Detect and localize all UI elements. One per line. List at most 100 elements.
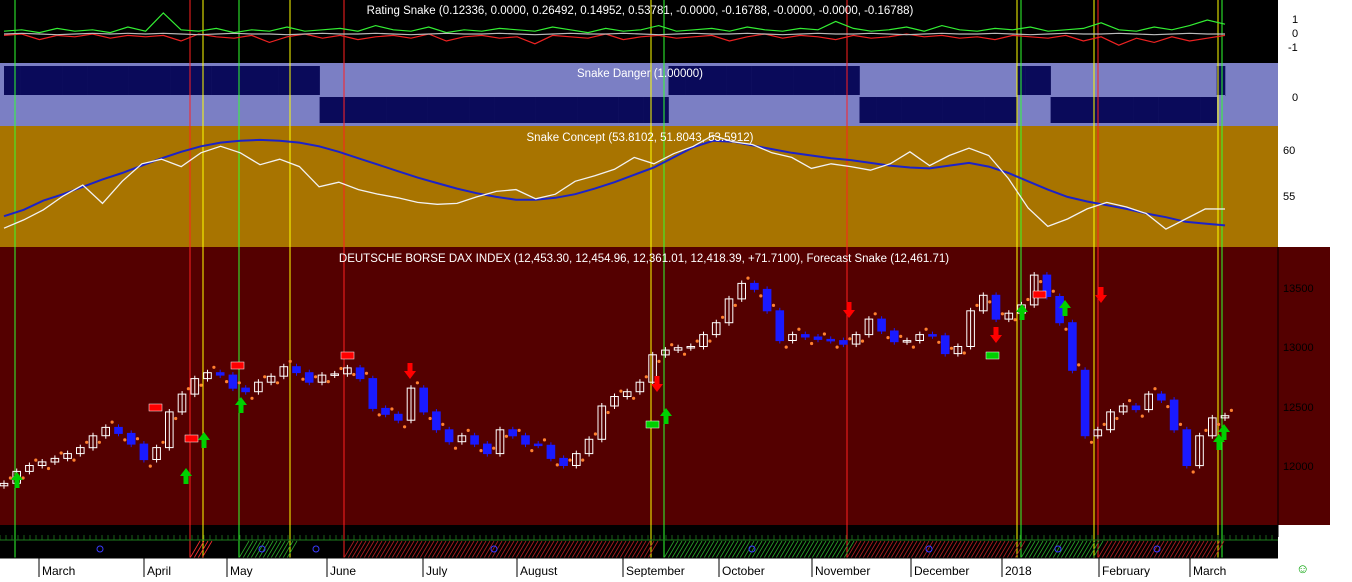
candle-body bbox=[381, 407, 390, 415]
danger-bar bbox=[4, 66, 13, 96]
month-label: March bbox=[42, 564, 75, 577]
danger-bar bbox=[967, 96, 977, 123]
forecast-dot bbox=[848, 337, 852, 341]
forecast-dot bbox=[1166, 405, 1170, 409]
candle-body bbox=[940, 335, 950, 355]
danger-bar bbox=[568, 96, 578, 123]
danger-bar bbox=[444, 96, 453, 123]
candle-body bbox=[1157, 393, 1166, 401]
month-label: February bbox=[1102, 564, 1150, 577]
danger-bar bbox=[1158, 96, 1168, 123]
forecast-dot bbox=[301, 377, 305, 381]
month-label: July bbox=[426, 564, 447, 577]
danger-bar bbox=[1141, 96, 1151, 123]
danger-bar bbox=[427, 96, 437, 123]
danger-bar bbox=[170, 66, 179, 96]
forecast-dot bbox=[644, 375, 648, 379]
forecast-dot bbox=[288, 359, 292, 363]
danger-bar bbox=[759, 66, 769, 96]
snake-concept-title: Snake Concept (53.8102, 51.8043, 53.5912… bbox=[527, 132, 754, 144]
smiley-icon[interactable]: ☺ bbox=[1296, 561, 1309, 576]
forecast-dot bbox=[250, 396, 254, 400]
forecast-dot bbox=[924, 327, 928, 331]
danger-bar bbox=[369, 96, 379, 123]
danger-bar bbox=[818, 66, 827, 96]
danger-bar bbox=[1117, 96, 1126, 123]
forecast-dot bbox=[479, 449, 483, 453]
right-axis-area-lower bbox=[1330, 247, 1352, 577]
danger-bar bbox=[734, 66, 744, 96]
danger-bar bbox=[1208, 96, 1217, 123]
signal-tag-icon bbox=[340, 351, 355, 360]
forecast-dot bbox=[135, 437, 140, 441]
forecast-dot bbox=[428, 416, 432, 421]
danger-bar bbox=[776, 66, 786, 96]
danger-bar bbox=[635, 96, 644, 123]
danger-bar bbox=[1108, 96, 1118, 123]
danger-bar bbox=[286, 66, 295, 96]
forecast-dot bbox=[708, 339, 712, 343]
forecast-dot bbox=[199, 383, 203, 387]
dax-price-panel bbox=[0, 247, 1330, 525]
danger-bar bbox=[1166, 96, 1176, 123]
forecast-dot bbox=[619, 389, 623, 393]
candle-body bbox=[304, 372, 314, 383]
candle-body bbox=[750, 282, 759, 290]
forecast-dot bbox=[1064, 327, 1068, 331]
month-label: September bbox=[626, 564, 685, 577]
forecast-dot bbox=[110, 420, 114, 424]
danger-bar bbox=[651, 96, 661, 123]
forecast-dot bbox=[1229, 408, 1233, 412]
candle-body bbox=[1068, 322, 1077, 371]
forecast-dot bbox=[72, 458, 76, 462]
forecast-dot bbox=[593, 432, 598, 436]
danger-bar bbox=[1050, 96, 1060, 123]
danger-bar bbox=[352, 96, 362, 123]
signal-tag-icon bbox=[985, 351, 1000, 360]
candle-body bbox=[801, 334, 810, 338]
danger-bar bbox=[294, 66, 304, 96]
danger-bar bbox=[552, 96, 561, 123]
danger-bar bbox=[419, 96, 428, 123]
signal-tag-icon bbox=[645, 420, 660, 429]
forecast-dot bbox=[46, 466, 51, 471]
forecast-dot bbox=[759, 294, 763, 298]
danger-bar bbox=[884, 96, 893, 123]
month-label: June bbox=[330, 564, 356, 577]
danger-bar bbox=[145, 66, 154, 96]
danger-bar bbox=[477, 96, 486, 123]
danger-bar bbox=[934, 96, 943, 123]
danger-bar bbox=[726, 66, 736, 96]
forecast-dot bbox=[275, 381, 280, 385]
forecast-dot bbox=[771, 303, 776, 307]
candle-body bbox=[228, 374, 238, 389]
danger-bar bbox=[809, 66, 819, 96]
danger-bar bbox=[618, 96, 628, 123]
candle-body bbox=[508, 429, 517, 437]
forecast-dot bbox=[466, 428, 470, 432]
danger-bar bbox=[278, 66, 287, 96]
forecast-dot bbox=[797, 327, 801, 331]
danger-bar bbox=[460, 96, 470, 123]
danger-bar bbox=[344, 96, 354, 123]
danger-bar bbox=[178, 66, 187, 96]
danger-bar bbox=[876, 96, 885, 123]
candle-body bbox=[775, 310, 785, 342]
month-label: May bbox=[230, 564, 253, 577]
danger-bar bbox=[78, 66, 88, 96]
forecast-dot bbox=[161, 440, 165, 444]
month-label: March bbox=[1193, 564, 1226, 577]
forecast-dot bbox=[339, 366, 343, 371]
danger-bar bbox=[984, 96, 993, 123]
danger-bar bbox=[1042, 66, 1051, 96]
forecast-dot bbox=[1077, 363, 1081, 367]
danger-bar bbox=[452, 96, 462, 123]
danger-bar bbox=[220, 66, 229, 96]
forecast-dot bbox=[746, 276, 750, 280]
candle-body bbox=[1055, 296, 1064, 324]
forecast-dot bbox=[174, 416, 178, 421]
concept-tick-label: 60 bbox=[1283, 145, 1295, 157]
forecast-dot bbox=[504, 434, 508, 438]
forecast-dot bbox=[1102, 422, 1106, 426]
danger-bar bbox=[394, 96, 403, 123]
